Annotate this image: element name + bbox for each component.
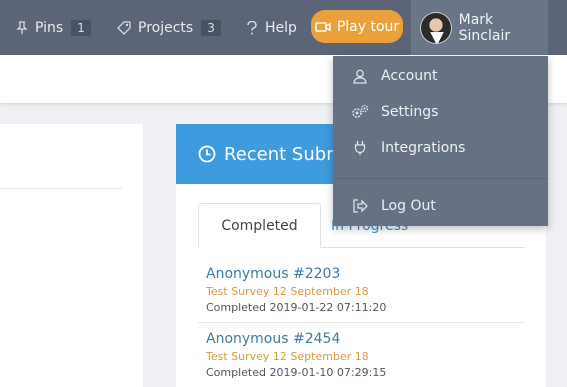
nav-projects-label: Projects xyxy=(138,19,194,36)
play-tour-label: Play tour xyxy=(336,18,400,35)
menu-item-label: Account xyxy=(381,68,438,84)
clock-icon xyxy=(198,145,216,163)
divider xyxy=(0,188,122,189)
help-icon xyxy=(247,20,257,34)
menu-item-log-out[interactable]: Log Out xyxy=(333,188,548,224)
play-tour-button[interactable]: Play tour xyxy=(311,10,403,43)
avatar xyxy=(420,11,452,44)
panel-title: Recent Subm xyxy=(224,143,344,165)
gears-icon xyxy=(349,104,371,120)
menu-item-label: Log Out xyxy=(381,198,436,214)
pins-count-badge: 1 xyxy=(71,19,91,36)
top-navbar: Pins 1 Projects 3 Help Play tour Mark Si… xyxy=(0,0,567,55)
nav-help-label: Help xyxy=(265,19,297,36)
left-panel xyxy=(0,124,143,387)
submission-name[interactable]: Anonymous #2454 xyxy=(206,329,526,349)
submission-survey: Test Survey 12 September 18 xyxy=(206,285,369,298)
submission-name[interactable]: Anonymous #2203 xyxy=(206,264,526,284)
submission-survey: Test Survey 12 September 18 xyxy=(206,350,369,363)
list-item[interactable]: Anonymous #2454 Test Survey 12 September… xyxy=(206,329,526,381)
user-menu-toggle[interactable]: Mark Sinclair xyxy=(411,0,548,55)
menu-item-label: Settings xyxy=(381,104,439,120)
menu-item-integrations[interactable]: Integrations xyxy=(333,130,548,166)
pin-icon xyxy=(16,20,28,34)
plug-icon xyxy=(349,140,371,156)
list-item[interactable]: Anonymous #2203 Test Survey 12 September… xyxy=(206,264,526,316)
submission-status: Completed 2019-01-22 07:11:20 xyxy=(206,301,387,314)
logout-icon xyxy=(349,199,371,213)
nav-projects[interactable]: Projects 3 xyxy=(117,0,221,55)
user-dropdown-menu: Account Settings Integrations Log Out xyxy=(333,56,548,226)
menu-item-account[interactable]: Account xyxy=(333,58,548,94)
nav-pins-label: Pins xyxy=(35,19,64,36)
submission-status: Completed 2019-01-10 07:29:15 xyxy=(206,366,387,379)
divider xyxy=(333,178,548,179)
nav-help[interactable]: Help xyxy=(246,0,297,55)
menu-item-settings[interactable]: Settings xyxy=(333,94,548,130)
divider xyxy=(198,322,525,323)
user-icon xyxy=(349,69,371,84)
tab-completed-label: Completed xyxy=(221,217,298,234)
video-camera-icon xyxy=(315,21,331,32)
projects-count-badge: 3 xyxy=(201,19,221,36)
tag-icon xyxy=(117,20,131,35)
nav-pins[interactable]: Pins 1 xyxy=(16,0,91,55)
user-name: Mark Sinclair xyxy=(458,11,511,44)
tab-completed[interactable]: Completed xyxy=(198,203,321,248)
menu-item-label: Integrations xyxy=(381,140,466,156)
